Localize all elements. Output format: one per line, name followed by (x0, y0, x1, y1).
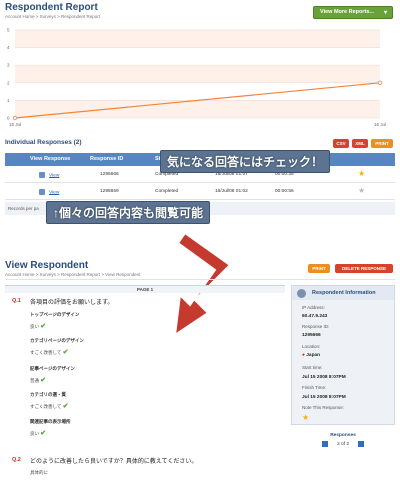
q1-item-label: カテゴリの選・質 (30, 392, 66, 397)
q1-item-label: 関連記事の表示場所 (30, 419, 71, 424)
next-arrow-icon[interactable] (358, 441, 365, 447)
start-time-value: Jul 15 2008 8:07PM (302, 375, 346, 380)
data-point[interactable] (12, 115, 18, 121)
lock-icon (39, 189, 45, 195)
response-id-label: Response ID: (302, 324, 330, 329)
print-respondent-button[interactable]: PRINT (308, 264, 330, 273)
view-more-reports-button[interactable]: View More Reports... ▾ (313, 6, 393, 19)
col-view-response[interactable]: View Response (30, 156, 70, 162)
respondent-info-header: Respondent Information (292, 286, 394, 300)
table-row: View 1295659 Completed 16/Jul/08 01:02 0… (5, 184, 395, 200)
lock-icon (39, 172, 45, 178)
xml-button[interactable]: XML (352, 139, 368, 148)
check-icon: ✔ (62, 403, 69, 410)
note-label: Note This Response: (302, 405, 344, 410)
csv-button[interactable]: CSV (333, 139, 349, 148)
prev-arrow-icon[interactable] (321, 441, 328, 447)
q2-number: Q.2 (12, 457, 21, 463)
user-icon (297, 289, 306, 298)
q1-item-answer: すごく改善して (30, 350, 62, 355)
individual-responses-title: Individual Responses (2) (5, 139, 82, 146)
y-tick-label: 5 (7, 28, 10, 33)
x-tick-label: 16 Jul (374, 122, 386, 127)
finish-time-value: Jul 15 2008 8:07PM (302, 395, 346, 400)
y-tick-label: 2 (7, 80, 10, 85)
chart-band (15, 30, 380, 48)
view-link[interactable]: View (49, 190, 59, 195)
star-icon[interactable]: ★ (358, 169, 365, 178)
q1-item-label: 記事ページのデザイン (30, 366, 75, 371)
responses-count: 2 of 2 (336, 442, 349, 448)
respondent-info-title: Respondent Information (312, 290, 376, 296)
start-time-label: Start time: (302, 365, 323, 370)
q1-item-answer: すごく改善して (30, 404, 62, 409)
delete-response-button[interactable]: DELETE RESPONSE (335, 264, 393, 273)
breadcrumb: Account Home > Surveys > Respondent Repo… (5, 14, 101, 19)
col-response-id[interactable]: Response ID (90, 156, 123, 162)
breadcrumb-respondent: Account Home > Surveys > Respondent Repo… (5, 272, 141, 277)
location-label: Location: (302, 344, 321, 349)
responses-label: Responses (330, 433, 356, 438)
view-link[interactable]: View (49, 173, 59, 178)
date: 16/Jul/08 01:02 (215, 189, 248, 194)
page-header: PAGE 1 (5, 285, 285, 293)
callout-check: 気になる回答にはチェック！ (160, 150, 331, 173)
status: Completed (155, 189, 179, 194)
response-id: 1295659 (100, 189, 119, 194)
q2-text: どのように改善したら良いですか？具体的に教えてください。 (30, 459, 198, 465)
x-tick-label: 15 Jul (9, 122, 21, 127)
callout-view: ↑個々の回答内容も閲覧可能 (46, 201, 211, 224)
q1-item-answer: 良い (30, 431, 39, 436)
q1-item-answer: 良い (30, 324, 39, 329)
data-point[interactable] (377, 80, 383, 85)
ip-label: IP Address: (302, 305, 325, 310)
y-tick-label: 4 (7, 45, 10, 50)
q1-number: Q.1 (12, 298, 21, 304)
q1-text: 各項目の評価をお願いします。 (30, 300, 114, 306)
chart-band (15, 65, 380, 83)
response-id: 1295666 (100, 172, 119, 177)
view-more-label: View More Reports... (320, 9, 374, 15)
q1-item-label: トップページのデザイン (30, 312, 80, 317)
response-id-value: 1295666 (302, 333, 321, 338)
responses-line-chart: 0 1 2 3 4 5 15 Jul 16 Jul (7, 28, 386, 128)
page-title: Respondent Report (5, 2, 98, 13)
divider (5, 279, 395, 280)
check-icon: ✔ (40, 377, 47, 384)
check-icon: ✔ (40, 323, 47, 330)
print-button[interactable]: PRINT (371, 139, 393, 148)
chart-band (15, 100, 380, 118)
chevron-down-icon: ▾ (383, 10, 387, 16)
y-tick-label: 3 (7, 63, 10, 68)
star-icon[interactable]: ★ (302, 413, 309, 422)
y-tick-label: 0 (7, 116, 10, 121)
q2-answer: 具体的に (30, 470, 48, 475)
check-icon: ✔ (62, 349, 69, 356)
check-icon: ✔ (40, 430, 47, 437)
star-icon[interactable]: ★ (358, 186, 365, 195)
view-respondent-title: View Respondent (5, 260, 89, 271)
flag-icon: ● (302, 353, 305, 358)
duration: 00:00:56 (275, 189, 294, 194)
q1-item-answer: 普通 (30, 378, 39, 383)
finish-time-label: Finish Time: (302, 385, 327, 390)
respondent-info-panel: Respondent Information IP Address: 60.47… (291, 285, 395, 425)
location-value: Japan (306, 353, 321, 358)
ip-value: 60.47.9.243 (302, 314, 328, 319)
responses-navigator: Responses 2 of 2 (291, 433, 395, 451)
y-tick-label: 1 (7, 98, 10, 103)
q1-item-label: カテゴリページのデザイン (30, 338, 84, 343)
